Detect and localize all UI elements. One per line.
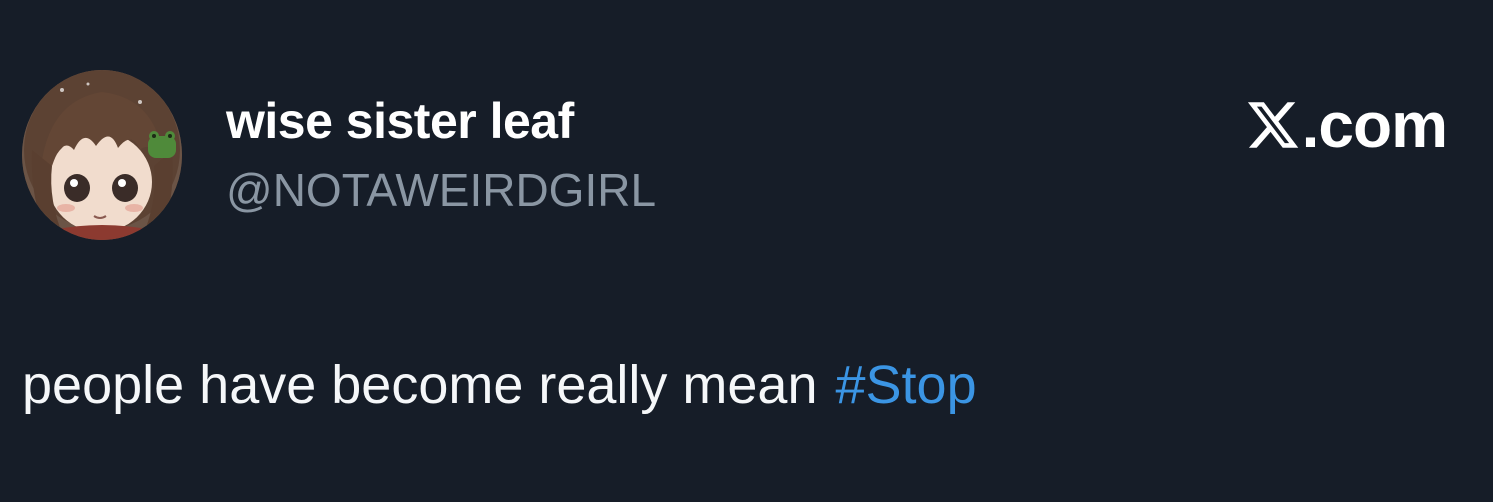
x-logo-icon: [1247, 102, 1298, 148]
tweet-body: people have become really mean #Stop: [22, 354, 977, 416]
anime-girl-avatar-icon: [22, 70, 182, 240]
user-handle[interactable]: @NOTAWEIRDGIRL: [226, 163, 656, 217]
tweet-text: people have become really mean: [22, 355, 818, 415]
hashtag-link[interactable]: #Stop: [836, 355, 977, 415]
brand-watermark: .com: [1244, 88, 1448, 162]
tweet-card: wise sister leaf @NOTAWEIRDGIRL .com peo…: [0, 0, 1493, 502]
brand-text: .com: [1301, 89, 1448, 161]
avatar[interactable]: [22, 70, 182, 240]
display-name[interactable]: wise sister leaf: [226, 92, 574, 150]
